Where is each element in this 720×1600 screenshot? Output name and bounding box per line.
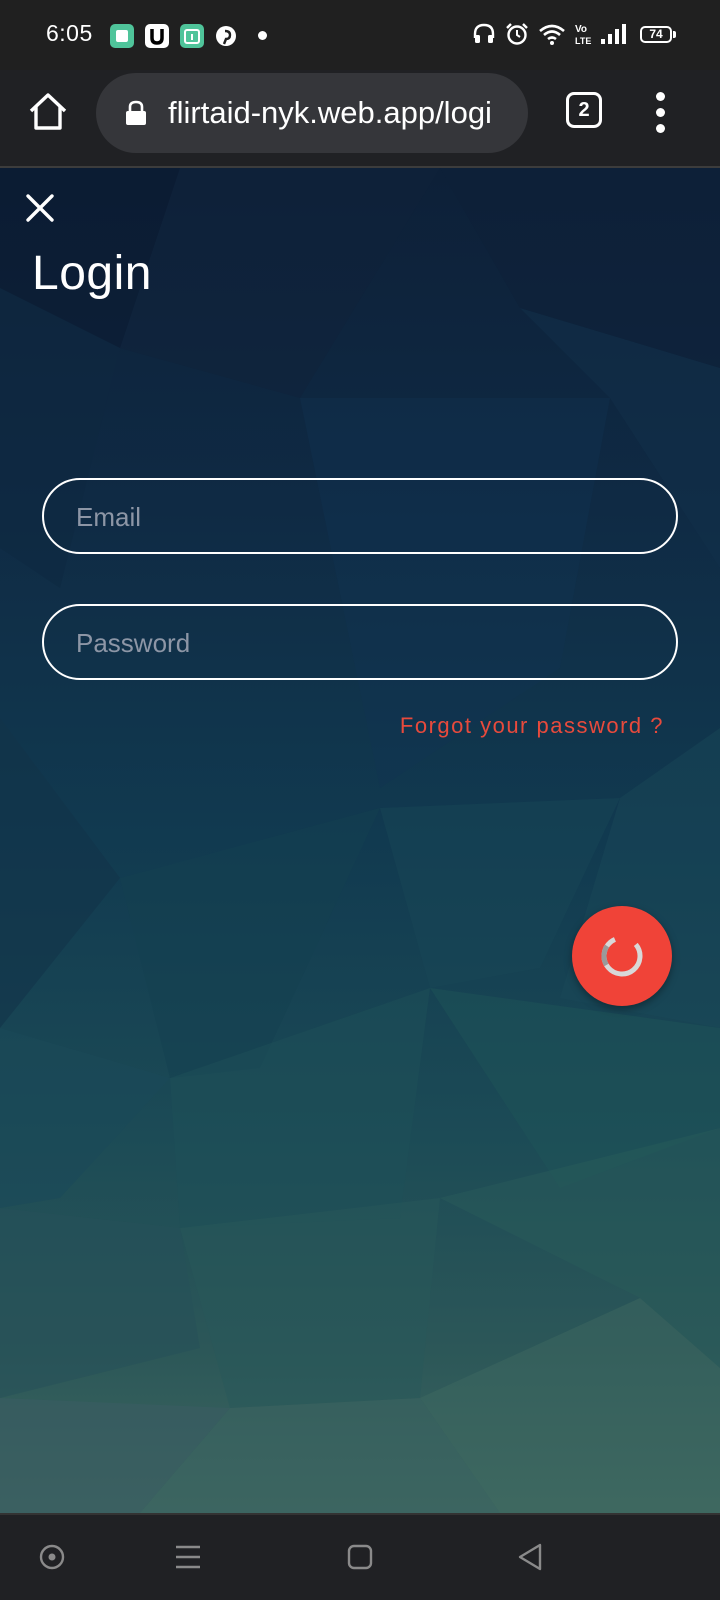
- loading-spinner-icon: [601, 935, 643, 977]
- forgot-password-link[interactable]: Forgot your password ?: [400, 713, 664, 739]
- calendar-app-icon: [180, 24, 204, 48]
- email-input[interactable]: [74, 480, 648, 554]
- background-polygons: [0, 168, 720, 1513]
- system-navigation-bar: [0, 1513, 720, 1600]
- pinterest-icon: [214, 24, 238, 48]
- url-text[interactable]: flirtaid-nyk.web.app/logi: [168, 95, 508, 131]
- login-page: Login Forgot your password ?: [0, 168, 720, 1513]
- volte-icon: Vo LTE: [575, 24, 591, 46]
- svg-text:Vo: Vo: [575, 24, 587, 35]
- window-app-icon: [110, 24, 134, 48]
- home-square-icon[interactable]: [346, 1543, 374, 1571]
- back-icon[interactable]: [516, 1543, 544, 1571]
- wifi-icon: [539, 24, 565, 45]
- headphones-icon: [473, 23, 495, 43]
- battery-cap: [673, 31, 676, 38]
- signal-icon: [601, 24, 626, 44]
- status-bar: 6:05 Vo LTE 74: [0, 0, 720, 70]
- alarm-icon: [506, 23, 528, 45]
- svg-text:LTE: LTE: [575, 36, 591, 46]
- notification-dot: [258, 31, 267, 40]
- recent-apps-icon[interactable]: [38, 1543, 66, 1571]
- password-field[interactable]: [42, 604, 678, 680]
- u-app-icon: [145, 24, 169, 48]
- lock-icon: [126, 100, 146, 125]
- battery-icon: 74: [640, 26, 672, 43]
- tab-switcher-button[interactable]: 2: [566, 92, 602, 128]
- status-time: 6:05: [46, 20, 93, 46]
- close-icon[interactable]: [24, 192, 56, 224]
- address-bar[interactable]: flirtaid-nyk.web.app/logi: [96, 73, 528, 153]
- browser-toolbar: flirtaid-nyk.web.app/logi 2: [0, 70, 720, 168]
- battery-level: 74: [649, 27, 663, 41]
- menu-icon[interactable]: [174, 1543, 202, 1571]
- overflow-menu-icon[interactable]: [652, 90, 668, 134]
- email-field[interactable]: [42, 478, 678, 554]
- submit-button[interactable]: [572, 906, 672, 1006]
- page-title: Login: [32, 247, 152, 300]
- home-icon[interactable]: [26, 90, 70, 134]
- password-input[interactable]: [74, 606, 648, 680]
